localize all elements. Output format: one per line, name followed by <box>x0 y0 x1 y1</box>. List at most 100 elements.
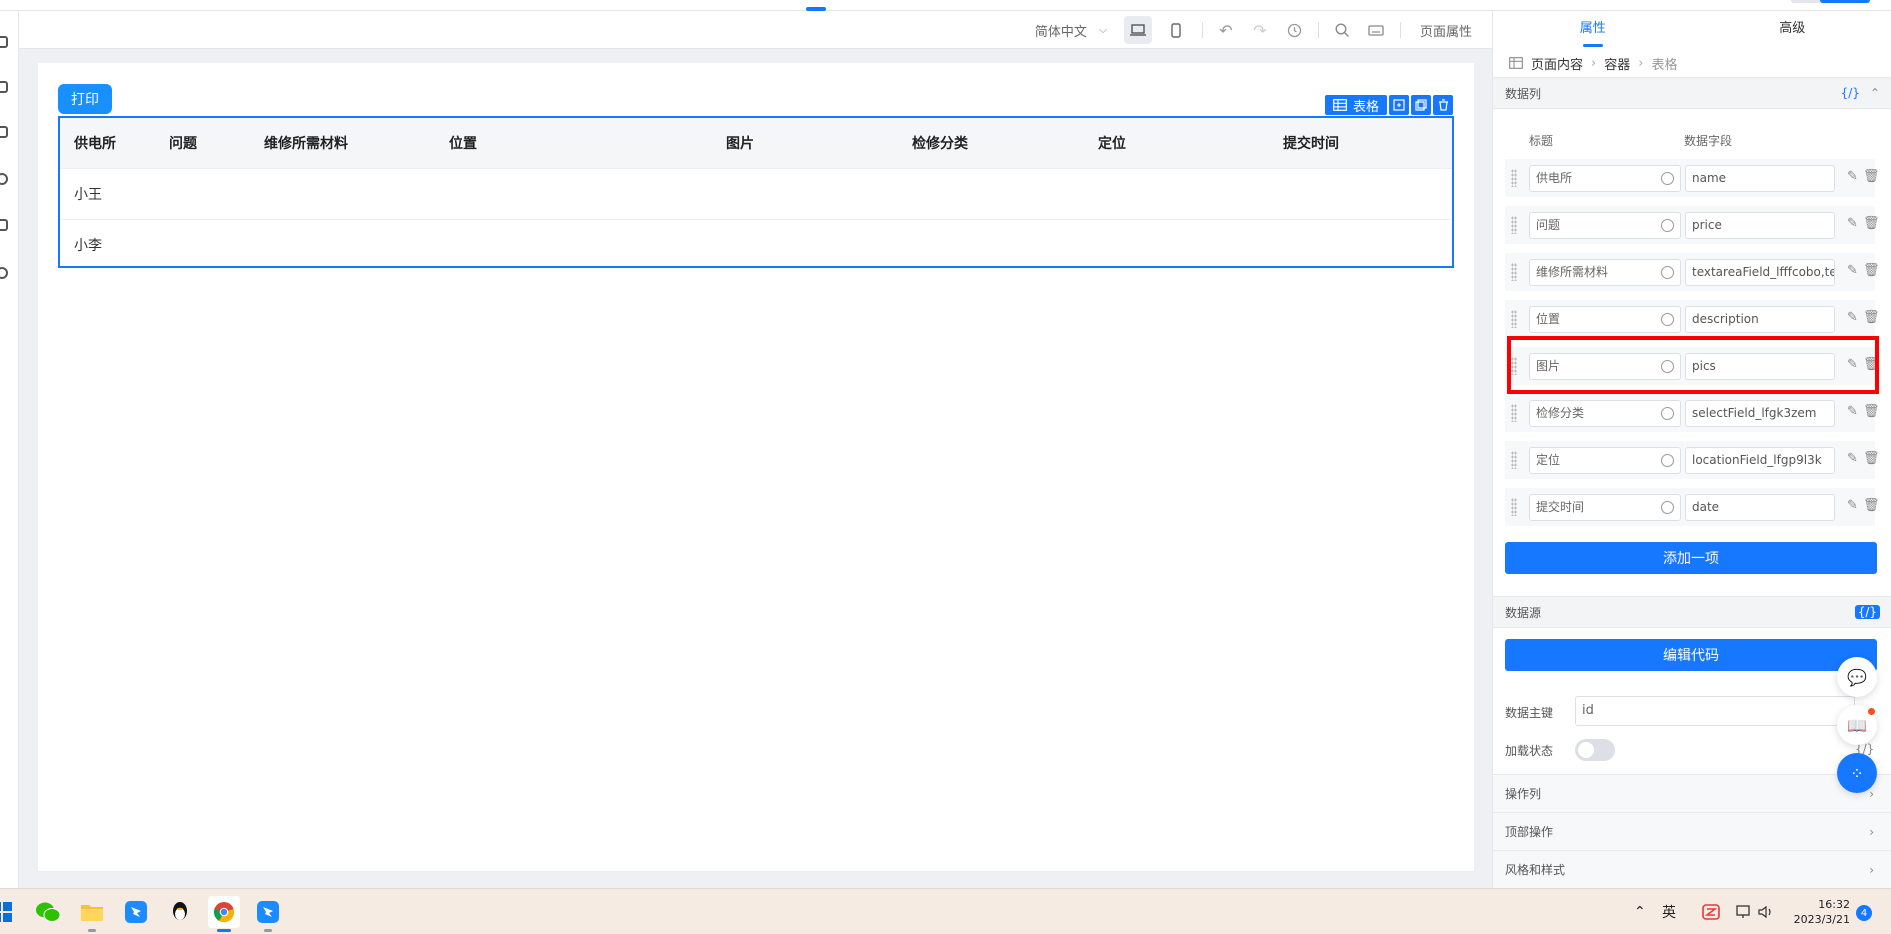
edit-icon[interactable]: ✎ <box>1847 217 1860 231</box>
column-header[interactable]: 位置 <box>435 118 712 168</box>
column-field-input[interactable]: price <box>1685 212 1835 239</box>
keyboard-button[interactable] <box>1362 11 1390 49</box>
search-button[interactable] <box>1328 11 1356 49</box>
column-field-input[interactable]: name <box>1685 165 1835 192</box>
taskbar-app-chrome[interactable] <box>208 896 240 932</box>
column-field-input[interactable]: selectField_lfgk3zem <box>1685 400 1835 427</box>
edit-icon[interactable]: ✎ <box>1847 311 1860 325</box>
trash-icon[interactable]: 🗑 <box>1863 217 1880 231</box>
copy-component-button[interactable] <box>1411 95 1432 115</box>
breadcrumb-item[interactable]: 容器 <box>1604 54 1630 73</box>
globe-icon[interactable] <box>1661 407 1674 420</box>
edit-icon[interactable]: ✎ <box>1847 499 1860 513</box>
trash-icon[interactable]: 🗑 <box>1863 452 1880 466</box>
trash-icon[interactable]: 🗑 <box>1863 311 1880 325</box>
column-header[interactable]: 问题 <box>155 118 250 168</box>
column-field-input[interactable]: description <box>1685 306 1835 333</box>
notification-badge[interactable]: 4 <box>1856 905 1872 921</box>
code-icon[interactable] <box>0 219 8 231</box>
components-icon[interactable] <box>0 81 8 93</box>
column-header[interactable]: 提交时间 <box>1269 118 1452 168</box>
apps-fab[interactable]: ⁘ <box>1837 753 1877 793</box>
column-config-row[interactable]: 检修分类 selectField_lfgk3zem ✎ 🗑 <box>1505 394 1880 432</box>
drag-handle-icon[interactable] <box>1511 263 1517 281</box>
drag-handle-icon[interactable] <box>1511 310 1517 328</box>
trash-icon[interactable]: 🗑 <box>1863 405 1880 419</box>
drag-handle-icon[interactable] <box>1511 169 1517 187</box>
trash-icon[interactable]: 🗑 <box>1863 264 1880 278</box>
column-header[interactable]: 图片 <box>712 118 898 168</box>
globe-icon[interactable] <box>1661 454 1674 467</box>
column-title-input[interactable]: 位置 <box>1529 306 1681 333</box>
primary-key-input[interactable]: id <box>1575 696 1855 726</box>
style-section[interactable]: 风格和样式 › <box>1493 850 1891 888</box>
chat-fab[interactable]: 💬 <box>1837 657 1877 697</box>
desktop-view-button[interactable] <box>1122 11 1154 49</box>
edit-icon[interactable]: ✎ <box>1847 170 1860 184</box>
column-header[interactable]: 维修所需材料 <box>250 118 435 168</box>
column-field-input[interactable]: date <box>1685 494 1835 521</box>
taskbar-app-qq[interactable] <box>164 896 196 928</box>
data-columns-section-header[interactable]: 数据列 {/} ⌃ <box>1493 77 1891 109</box>
drag-handle-icon[interactable] <box>1511 216 1517 234</box>
column-config-row[interactable]: 供电所 name ✎ 🗑 <box>1505 159 1880 197</box>
column-title-input[interactable]: 定位 <box>1529 447 1681 474</box>
globe-icon[interactable] <box>1661 313 1674 326</box>
globe-icon[interactable] <box>1661 501 1674 514</box>
taskbar-app-dingtalk-2[interactable] <box>252 896 284 932</box>
taskbar-app-dingtalk[interactable] <box>120 896 152 928</box>
column-field-input[interactable]: locationField_lfgp9l3k <box>1685 447 1835 474</box>
tab-properties[interactable]: 属性 <box>1493 11 1693 47</box>
edit-code-button[interactable]: 编辑代码 <box>1505 639 1877 671</box>
history-button[interactable] <box>1280 11 1308 49</box>
column-header[interactable]: 定位 <box>1084 118 1269 168</box>
edit-icon[interactable]: ✎ <box>1847 452 1860 466</box>
table-row[interactable]: 小李 <box>60 218 1452 270</box>
column-title-input[interactable]: 检修分类 <box>1529 400 1681 427</box>
ime-indicator[interactable]: 英 <box>1662 889 1676 934</box>
system-clock[interactable]: 16:32 2023/3/21 <box>1790 897 1850 927</box>
undo-button[interactable]: ↶ <box>1212 11 1240 49</box>
column-title-input[interactable]: 问题 <box>1529 212 1681 239</box>
settings-icon[interactable] <box>0 173 8 185</box>
network-status[interactable] <box>1736 889 1752 934</box>
edit-icon[interactable]: ✎ <box>1847 264 1860 278</box>
operation-column-section[interactable]: 操作列 › <box>1493 774 1891 812</box>
drag-handle-icon[interactable] <box>1511 451 1517 469</box>
edit-icon[interactable]: ✎ <box>1847 405 1860 419</box>
print-button[interactable]: 打印 <box>58 84 112 114</box>
drag-handle-icon[interactable] <box>1511 498 1517 516</box>
trash-icon[interactable]: 🗑 <box>1863 170 1880 184</box>
taskbar-app-wechat[interactable] <box>32 896 64 928</box>
column-title-input[interactable]: 维修所需材料 <box>1529 259 1681 286</box>
column-header[interactable]: 检修分类 <box>898 118 1084 168</box>
column-config-row[interactable]: 维修所需材料 textareaField_lfffcobo,te ✎ 🗑 <box>1505 253 1880 291</box>
column-title-input[interactable]: 供电所 <box>1529 165 1681 192</box>
redo-button[interactable]: ↷ <box>1246 11 1274 49</box>
mobile-view-button[interactable] <box>1160 11 1192 49</box>
top-actions-section[interactable]: 顶部操作 › <box>1493 812 1891 850</box>
tray-app-icon[interactable] <box>1702 889 1720 934</box>
top-button-primary[interactable] <box>1820 0 1870 3</box>
start-button[interactable] <box>0 896 18 928</box>
outline-icon[interactable] <box>0 36 8 48</box>
select-parent-button[interactable] <box>1389 95 1410 115</box>
column-config-row[interactable]: 提交时间 date ✎ 🗑 <box>1505 488 1880 526</box>
chevron-up-icon[interactable]: ⌃ <box>1870 86 1880 100</box>
tab-advanced[interactable]: 高级 <box>1693 11 1891 47</box>
table-row[interactable]: 小王 <box>60 167 1452 219</box>
data-source-section-header[interactable]: 数据源 {/} <box>1493 596 1891 628</box>
page-properties-button[interactable]: 页面属性 <box>1410 11 1482 49</box>
column-title-input[interactable]: 提交时间 <box>1529 494 1681 521</box>
code-binding-icon[interactable]: {/} <box>1841 86 1860 100</box>
column-config-row[interactable]: 位置 description ✎ 🗑 <box>1505 300 1880 338</box>
globe-icon[interactable] <box>1661 219 1674 232</box>
globe-icon[interactable] <box>0 267 8 279</box>
column-field-input[interactable]: textareaField_lfffcobo,te <box>1685 259 1835 286</box>
language-select[interactable]: 简体中文 ⌵ <box>1026 11 1116 49</box>
column-header[interactable]: 供电所 <box>60 118 155 168</box>
column-config-row[interactable]: 定位 locationField_lfgp9l3k ✎ 🗑 <box>1505 441 1880 479</box>
delete-component-button[interactable] <box>1433 95 1454 115</box>
taskbar-app-file-explorer[interactable] <box>76 896 108 932</box>
globe-icon[interactable] <box>1661 266 1674 279</box>
